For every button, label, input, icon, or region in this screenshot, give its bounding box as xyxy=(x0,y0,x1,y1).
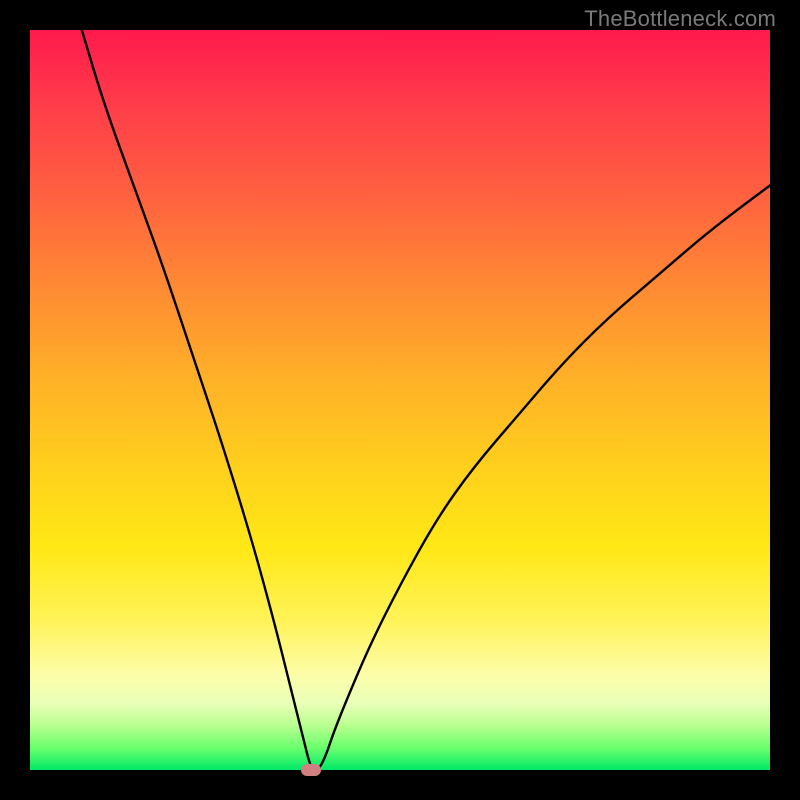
min-marker xyxy=(301,764,321,776)
watermark-text: TheBottleneck.com xyxy=(584,6,776,32)
plot-area xyxy=(30,30,770,770)
chart-frame: TheBottleneck.com xyxy=(0,0,800,800)
bottleneck-curve xyxy=(30,30,770,770)
